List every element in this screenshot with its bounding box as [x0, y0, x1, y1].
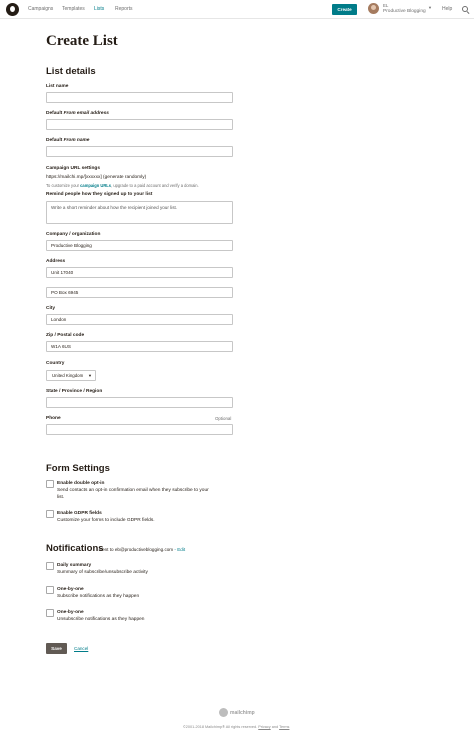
- mailchimp-footer-logo-icon: [219, 708, 228, 717]
- country-select[interactable]: United Kingdom ▼: [46, 370, 96, 381]
- address-label: Address: [46, 259, 66, 264]
- city-label: City: [46, 306, 56, 311]
- avatar[interactable]: [368, 3, 379, 14]
- nav-templates[interactable]: Templates: [62, 6, 85, 12]
- notification-desc: Subscribe notifications as they happen: [57, 594, 140, 599]
- form-settings-heading: Form Settings: [46, 463, 110, 474]
- notifications-sent-to: Sent to eb@productiveblogging.com - Edit: [99, 547, 186, 552]
- help-link[interactable]: Help: [442, 6, 452, 12]
- list-details-heading: List details: [46, 66, 96, 77]
- remind-textarea[interactable]: Write a short reminder about how the rec…: [46, 201, 233, 224]
- cancel-link[interactable]: Cancel: [74, 646, 88, 651]
- double-optin-desc-cont: list.: [57, 495, 65, 500]
- chevron-down-icon[interactable]: ▼: [428, 5, 432, 10]
- state-input[interactable]: [46, 397, 233, 408]
- zip-input[interactable]: W1A 6US: [46, 341, 233, 352]
- city-input[interactable]: London: [46, 314, 233, 325]
- account-initials[interactable]: EL: [383, 3, 388, 8]
- remind-label: Remind people how they signed up to your…: [46, 192, 153, 197]
- double-optin-title: Enable double opt-in: [57, 481, 105, 486]
- company-input[interactable]: Productive Blogging: [46, 240, 233, 251]
- notification-title: One-by-one: [57, 587, 84, 592]
- notification-desc: Summary of subscribe/unsubscribe activit…: [57, 570, 148, 575]
- double-optin-desc: Send contacts an opt-in confirmation ema…: [57, 488, 209, 493]
- campaign-url-value: https://mailchi.mp/[xxxxxx] (generate ra…: [46, 175, 147, 180]
- privacy-link[interactable]: Privacy: [258, 725, 270, 729]
- mailchimp-logo-icon[interactable]: [6, 3, 19, 16]
- address-line2-input[interactable]: PO Box 6945: [46, 287, 233, 298]
- gdpr-desc: Customize your forms to include GDPR fie…: [57, 518, 155, 523]
- notifications-heading: Notifications: [46, 543, 104, 554]
- from-email-label: Default From email address: [46, 111, 109, 116]
- address-line1-input[interactable]: Unit 17040: [46, 267, 233, 278]
- double-optin-checkbox[interactable]: [46, 480, 54, 488]
- notification-title: One-by-one: [57, 610, 84, 615]
- company-label: Company / organization: [46, 232, 101, 237]
- top-navigation: Campaigns Templates Lists Reports Create…: [0, 0, 474, 19]
- country-label: Country: [46, 361, 65, 366]
- from-name-label: Default From name: [46, 138, 90, 143]
- phone-label: Phone: [46, 416, 61, 421]
- gdpr-title: Enable GDPR fields: [57, 511, 102, 516]
- campaign-url-label: Campaign URL settings: [46, 166, 101, 171]
- notification-desc: Unsubscribe notifications as they happen: [57, 617, 145, 622]
- footer-brand: mailchimp: [230, 710, 255, 716]
- list-name-input[interactable]: [46, 92, 233, 103]
- edit-email-link[interactable]: - Edit: [173, 547, 185, 552]
- state-label: State / Province / Region: [46, 389, 103, 394]
- nav-campaigns[interactable]: Campaigns: [28, 6, 53, 12]
- campaign-url-helper: To customize your campaign URLs, upgrade…: [46, 183, 199, 188]
- gdpr-checkbox[interactable]: [46, 510, 54, 518]
- save-button[interactable]: Save: [46, 643, 67, 654]
- page-title: Create List: [46, 33, 118, 49]
- nav-lists[interactable]: Lists: [94, 6, 104, 12]
- campaign-urls-link[interactable]: campaign URLs: [80, 183, 111, 188]
- list-name-label: List name: [46, 84, 69, 89]
- from-name-input[interactable]: [46, 146, 233, 157]
- footer-copyright: ©2001-2018 Mailchimp® All rights reserve…: [183, 725, 290, 729]
- create-button[interactable]: Create: [332, 4, 357, 15]
- notification-title: Daily summary: [57, 563, 92, 568]
- nav-reports[interactable]: Reports: [115, 6, 133, 12]
- unsubscribe-notify-checkbox[interactable]: [46, 609, 54, 617]
- daily-summary-checkbox[interactable]: [46, 562, 54, 570]
- subscribe-notify-checkbox[interactable]: [46, 586, 54, 594]
- terms-link[interactable]: Terms: [279, 725, 289, 729]
- zip-label: Zip / Postal code: [46, 333, 85, 338]
- country-select-value: United Kingdom: [52, 373, 84, 378]
- account-name[interactable]: Productive Blogging: [383, 9, 426, 14]
- chevron-down-icon: ▼: [88, 373, 92, 378]
- phone-input[interactable]: [46, 424, 233, 435]
- search-icon[interactable]: [462, 6, 468, 12]
- from-email-input[interactable]: [46, 119, 233, 130]
- phone-optional-note: Optional: [215, 416, 232, 421]
